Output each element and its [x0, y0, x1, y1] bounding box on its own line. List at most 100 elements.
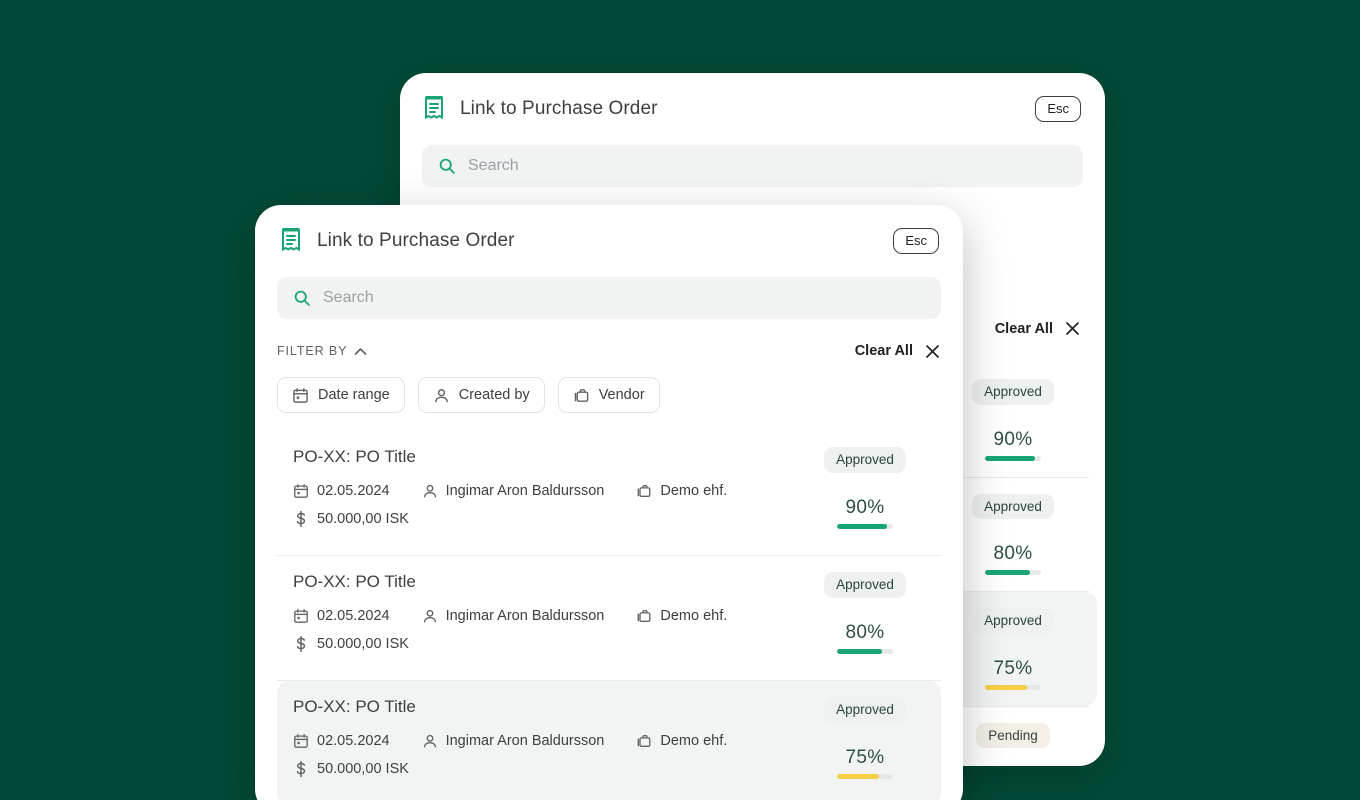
- briefcase-icon: [638, 735, 651, 747]
- purchase-order-date: 02.05.2024: [317, 733, 390, 749]
- progress-block: 75%: [805, 747, 925, 779]
- progress-fill: [837, 773, 879, 779]
- back-clear-all-button[interactable]: Clear All: [995, 320, 1081, 337]
- filter-chip-created-by[interactable]: Created by: [417, 377, 545, 413]
- purchase-order-status-column: Pending: [953, 722, 1073, 748]
- currency-icon: [296, 760, 306, 778]
- receipt-icon: [282, 228, 300, 252]
- front-clear-all-button[interactable]: Clear All: [855, 343, 941, 360]
- purchase-order-amount-line: 50.000,00 ISK: [293, 635, 805, 653]
- person-icon: [423, 484, 436, 498]
- progress-track: [837, 773, 893, 779]
- purchase-order-title: PO-XX: PO Title: [293, 447, 416, 466]
- purchase-order-title: PO-XX: PO Title: [293, 697, 416, 716]
- purchase-order-vendor: Demo ehf.: [660, 483, 728, 499]
- calendar-icon: [294, 734, 308, 748]
- purchase-order-amount: 50.000,00 ISK: [317, 636, 409, 652]
- filter-by-label: FILTER BY: [277, 344, 348, 358]
- status-badge: Approved: [972, 379, 1054, 405]
- back-search-input[interactable]: [468, 157, 1067, 175]
- progress-track: [837, 648, 893, 654]
- calendar-icon: [293, 387, 308, 403]
- purchase-order-status-column: Approved 75%: [953, 608, 1073, 690]
- purchase-order-vendor: Demo ehf.: [660, 608, 728, 624]
- filter-chip-date-range[interactable]: Date range: [277, 377, 405, 413]
- filter-chip-group: Date range Created by Vendor: [277, 377, 941, 413]
- purchase-order-row[interactable]: PO-XX: PO Title 02.05.2024 Ingimar Aron Ba…: [277, 681, 941, 800]
- front-modal-title: Link to Purchase Order: [317, 230, 515, 251]
- progress-percent-label: 80%: [993, 543, 1033, 564]
- front-search-field[interactable]: [277, 277, 941, 319]
- purchase-order-row[interactable]: PO-XX: PO Title 02.05.2024 Ingimar Aron Ba…: [277, 431, 941, 555]
- briefcase-icon: [638, 610, 651, 622]
- chevron-up-icon[interactable]: [354, 347, 367, 356]
- search-icon: [439, 158, 455, 174]
- purchase-order-row[interactable]: PO-XX: PO Title 02.05.2024 Ingimar Aron Ba…: [277, 556, 941, 680]
- purchase-order-creator: Ingimar Aron Baldursson: [445, 483, 605, 499]
- purchase-order-details: PO-XX: PO Title 02.05.2024 Ingimar Aron Ba…: [293, 447, 805, 539]
- purchase-order-date: 02.05.2024: [317, 608, 390, 624]
- progress-fill: [985, 570, 1030, 575]
- back-modal-header: Link to Purchase Order Esc: [400, 73, 1105, 145]
- progress-percent-label: 75%: [993, 657, 1033, 679]
- purchase-order-title: PO-XX: PO Title: [293, 572, 416, 591]
- person-icon: [423, 609, 436, 623]
- status-badge: Approved: [824, 697, 906, 723]
- purchase-order-status-column: Approved 75%: [805, 697, 925, 789]
- back-esc-button[interactable]: Esc: [1035, 96, 1081, 122]
- progress-track: [985, 455, 1041, 461]
- status-badge: Approved: [972, 493, 1054, 519]
- purchase-order-amount-line: 50.000,00 ISK: [293, 760, 805, 778]
- progress-percent-label: 80%: [845, 621, 885, 643]
- progress-block: 80%: [805, 622, 925, 654]
- purchase-order-amount-line: 50.000,00 ISK: [293, 510, 805, 528]
- purchase-order-status-column: Approved 80%: [805, 572, 925, 664]
- purchase-order-status-column: Approved 90%: [805, 447, 925, 539]
- back-search-field[interactable]: [422, 145, 1083, 187]
- filter-bar: FILTER BY Clear All: [277, 341, 941, 361]
- currency-icon: [296, 635, 306, 653]
- purchase-order-amount: 50.000,00 ISK: [317, 511, 409, 527]
- close-icon[interactable]: [924, 343, 941, 360]
- progress-percent-label: 90%: [993, 428, 1033, 450]
- filter-chip-vendor[interactable]: Vendor: [557, 377, 660, 413]
- purchase-order-creator: Ingimar Aron Baldursson: [445, 733, 605, 749]
- status-badge: Approved: [824, 572, 906, 598]
- progress-track: [985, 684, 1041, 690]
- progress-block: 90%: [805, 497, 925, 529]
- briefcase-icon: [574, 388, 589, 402]
- progress-fill: [985, 455, 1036, 461]
- currency-icon: [296, 510, 306, 528]
- filter-by-toggle[interactable]: FILTER BY: [277, 344, 367, 358]
- purchase-order-date: 02.05.2024: [317, 483, 390, 499]
- progress-block: 90%: [953, 429, 1073, 461]
- front-esc-button[interactable]: Esc: [893, 228, 939, 254]
- purchase-order-details: PO-XX: PO Title 02.05.2024 Ingimar Aron Ba…: [293, 572, 805, 664]
- front-modal-link-to-purchase-order: Link to Purchase Order Esc FILTER BY Cle…: [255, 205, 963, 800]
- progress-percent-label: 75%: [845, 746, 885, 768]
- status-badge: Approved: [972, 608, 1054, 634]
- purchase-order-vendor: Demo ehf.: [660, 733, 728, 749]
- purchase-order-meta-line: 02.05.2024 Ingimar Aron Baldursson Demo eh…: [293, 608, 805, 624]
- close-icon[interactable]: [1064, 320, 1081, 337]
- calendar-icon: [294, 609, 308, 623]
- purchase-order-details: PO-XX: PO Title 02.05.2024 Ingimar Aron Ba…: [293, 697, 805, 789]
- purchase-order-list: PO-XX: PO Title 02.05.2024 Ingimar Aron Ba…: [255, 431, 963, 800]
- purchase-order-creator: Ingimar Aron Baldursson: [445, 608, 605, 624]
- purchase-order-amount: 50.000,00 ISK: [317, 761, 409, 777]
- calendar-icon: [294, 484, 308, 498]
- progress-fill: [837, 648, 882, 654]
- progress-percent-label: 90%: [845, 496, 885, 518]
- filter-chip-created-by-label: Created by: [458, 387, 530, 403]
- purchase-order-status-column: Approved 80%: [953, 493, 1073, 575]
- back-modal-title: Link to Purchase Order: [460, 98, 658, 119]
- progress-block: 80%: [953, 543, 1073, 575]
- front-search-input[interactable]: [323, 289, 925, 307]
- purchase-order-meta-line: 02.05.2024 Ingimar Aron Baldursson Demo eh…: [293, 733, 805, 749]
- status-badge: Approved: [824, 447, 906, 473]
- status-badge: Pending: [976, 722, 1050, 748]
- purchase-order-meta-line: 02.05.2024 Ingimar Aron Baldursson Demo eh…: [293, 483, 805, 499]
- person-icon: [434, 388, 448, 402]
- progress-track: [985, 570, 1041, 575]
- person-icon: [423, 734, 436, 748]
